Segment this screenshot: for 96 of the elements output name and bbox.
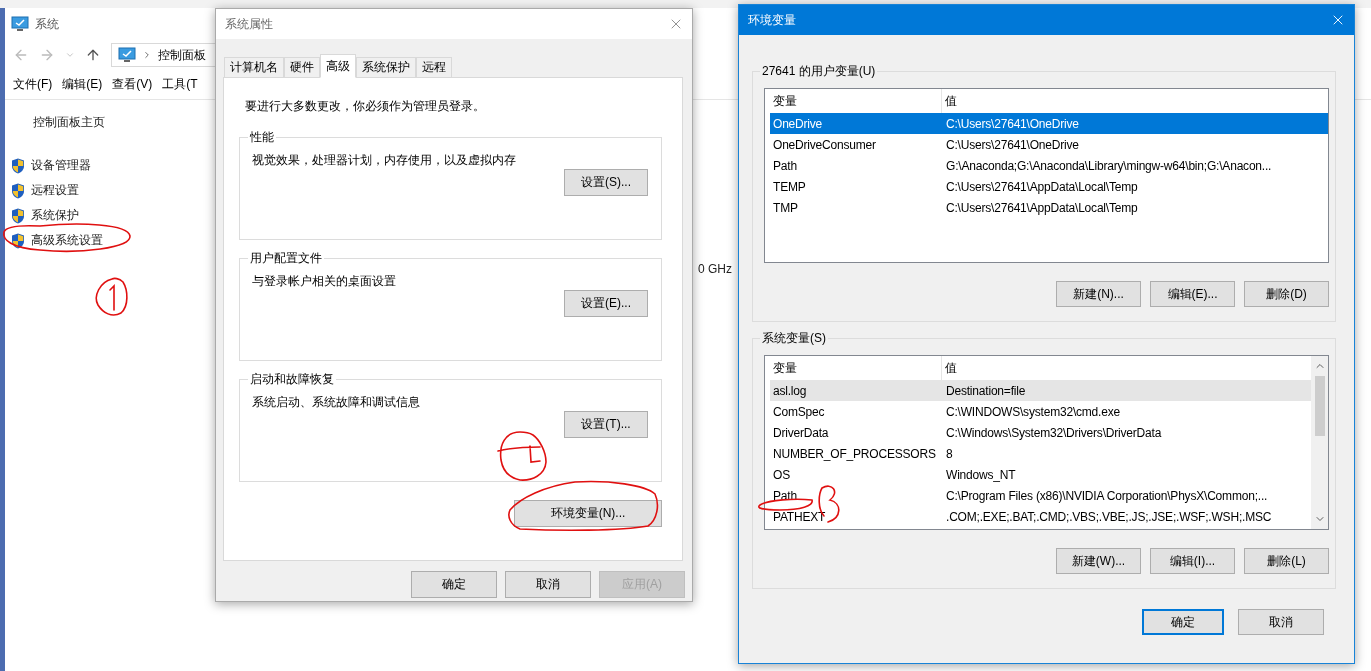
- variable-value: C:\Users\27641\AppData\Local\Temp: [945, 179, 1139, 194]
- scrollbar[interactable]: [1311, 356, 1328, 529]
- variable-value: C:\Users\27641\OneDrive: [945, 137, 1080, 152]
- up-icon[interactable]: [85, 47, 101, 63]
- list-row[interactable]: DriverData C:\Windows\System32\Drivers\DriverData: [770, 422, 1311, 443]
- list-row[interactable]: OneDriveConsumer C:\Users\27641\OneDrive: [770, 134, 1328, 155]
- list-action-button[interactable]: 新建(W)...: [1056, 548, 1141, 574]
- variable-name: PATHEXT: [772, 509, 827, 524]
- group-description: 视觉效果，处理器计划，内存使用，以及虚拟内存: [252, 152, 517, 169]
- sidebar-link[interactable]: 远程设置: [11, 182, 215, 199]
- variable-value: C:\Users\27641\OneDrive: [945, 116, 1080, 131]
- environment-variables-button[interactable]: 环境变量(N)...: [514, 500, 662, 527]
- list-row[interactable]: ComSpec C:\WINDOWS\system32\cmd.exe: [770, 401, 1311, 422]
- variable-value: Destination=file: [945, 383, 1027, 398]
- breadcrumb-item[interactable]: 控制面板: [158, 46, 206, 64]
- variable-name: OneDrive: [772, 116, 824, 131]
- variable-name: TMP: [772, 200, 799, 215]
- group-title: 27641 的用户变量(U): [761, 63, 877, 80]
- variable-value: C:\Windows\System32\Drivers\DriverData: [945, 425, 1163, 440]
- variable-value: 8: [945, 446, 954, 461]
- tab[interactable]: 高级: [320, 54, 356, 78]
- menu-item[interactable]: 查看(V): [112, 76, 153, 93]
- tab[interactable]: 硬件: [284, 57, 320, 78]
- list-row[interactable]: TEMP C:\Users\27641\AppData\Local\Temp: [770, 176, 1328, 197]
- list-row[interactable]: NUMBER_OF_PROCESSORS 8: [770, 443, 1311, 464]
- shield-icon: [11, 182, 25, 199]
- group-title: 性能: [249, 129, 275, 146]
- variable-value: .COM;.EXE;.BAT;.CMD;.VBS;.VBE;.JS;.JSE;.WSF;.WSH;.MSC: [945, 509, 1273, 524]
- variable-value: C:\WINDOWS\system32\cmd.exe: [945, 404, 1121, 419]
- group-title: 用户配置文件: [249, 250, 323, 267]
- group-title: 启动和故障恢复: [249, 371, 335, 388]
- menu-item[interactable]: 工具(T: [162, 76, 198, 93]
- group-title: 系统变量(S): [761, 330, 827, 347]
- notice-text: 要进行大多数更改，你必须作为管理员登录。: [245, 98, 486, 115]
- tab[interactable]: 计算机名: [224, 57, 284, 78]
- settings-button[interactable]: 设置(T)...: [564, 411, 648, 438]
- column-header[interactable]: 值: [942, 89, 1328, 113]
- monitor-icon: [118, 47, 136, 63]
- sidebar-link[interactable]: 控制面板主页: [11, 114, 215, 131]
- list-action-button[interactable]: 编辑(I)...: [1150, 548, 1235, 574]
- handwritten-digit-drawing: [95, 277, 128, 316]
- shield-icon: [11, 232, 25, 249]
- dialog-button[interactable]: 确定: [411, 571, 497, 598]
- variable-list[interactable]: [764, 88, 1329, 263]
- list-action-button[interactable]: 编辑(E)...: [1150, 281, 1235, 307]
- dialog-button[interactable]: 取消: [505, 571, 591, 598]
- forward-icon[interactable]: [39, 47, 55, 63]
- menu-item[interactable]: 编辑(E): [62, 76, 103, 93]
- settings-button[interactable]: 设置(S)...: [564, 169, 648, 196]
- tab[interactable]: 系统保护: [356, 57, 416, 78]
- menu-item[interactable]: 文件(F): [13, 76, 53, 93]
- dialog-button[interactable]: 取消: [1238, 609, 1324, 635]
- sidebar-link[interactable]: 高级系统设置: [11, 232, 215, 249]
- variable-value: Windows_NT: [945, 467, 1017, 482]
- variable-name: NUMBER_OF_PROCESSORS: [772, 446, 937, 461]
- tab[interactable]: 远程: [416, 57, 452, 78]
- variable-name: asl.log: [772, 383, 808, 398]
- variable-name: DriverData: [772, 425, 830, 440]
- list-row[interactable]: TMP C:\Users\27641\AppData\Local\Temp: [770, 197, 1328, 218]
- sidebar-link[interactable]: 系统保护: [11, 207, 215, 224]
- handwritten-digit-drawing: [497, 431, 547, 481]
- window-title: 系统: [35, 15, 59, 33]
- variable-name: OS: [772, 467, 791, 482]
- sidebar-link[interactable]: 设备管理器: [11, 157, 215, 174]
- list-row[interactable]: asl.log Destination=file: [770, 380, 1311, 401]
- variable-value: G:\Anaconda;G:\Anaconda\Library\mingw-w64\bin;G:\Anacon...: [945, 158, 1273, 173]
- list-action-button[interactable]: 删除(L): [1244, 548, 1329, 574]
- list-row[interactable]: PATHEXT .COM;.EXE;.BAT;.CMD;.VBS;.VBE;.JS;.JSE;.WSF;.WSH;.MSC: [770, 506, 1311, 527]
- group-description: 与登录帐户相关的桌面设置: [252, 273, 397, 290]
- variable-name: TEMP: [772, 179, 807, 194]
- dropdown-icon[interactable]: [65, 50, 75, 60]
- dialog-button[interactable]: 确定: [1142, 609, 1224, 635]
- group-description: 系统启动、系统故障和调试信息: [252, 394, 421, 411]
- variable-name: ComSpec: [772, 404, 826, 419]
- variable-name: Path: [772, 158, 798, 173]
- dialog-title: 环境变量: [748, 11, 796, 29]
- variable-value: C:\Program Files (x86)\NVIDIA Corporation\PhysX\Common;...: [945, 488, 1269, 503]
- shield-icon: [11, 207, 25, 224]
- settings-button[interactable]: 设置(E)...: [564, 290, 648, 317]
- dialog-title: 系统属性: [225, 15, 273, 33]
- variable-value: C:\Users\27641\AppData\Local\Temp: [945, 200, 1139, 215]
- list-row[interactable]: Path G:\Anaconda;G:\Anaconda\Library\mingw-w64\bin;G:\Anacon...: [770, 155, 1328, 176]
- column-header[interactable]: 值: [942, 356, 1311, 380]
- chevron-right-icon: [142, 50, 152, 60]
- list-action-button[interactable]: 新建(N)...: [1056, 281, 1141, 307]
- variable-list[interactable]: [764, 355, 1329, 530]
- monitor-icon: [11, 16, 29, 32]
- list-row[interactable]: OneDrive C:\Users\27641\OneDrive: [770, 113, 1328, 134]
- spec-text: 0 GHz: [698, 262, 732, 276]
- list-action-button[interactable]: 删除(D): [1244, 281, 1329, 307]
- variable-name: OneDriveConsumer: [772, 137, 877, 152]
- scroll-thumb[interactable]: [1314, 376, 1325, 436]
- back-icon[interactable]: [13, 47, 29, 63]
- list-row[interactable]: OS Windows_NT: [770, 464, 1311, 485]
- shield-icon: [11, 157, 25, 174]
- ellipse-mark-drawing: [758, 498, 813, 511]
